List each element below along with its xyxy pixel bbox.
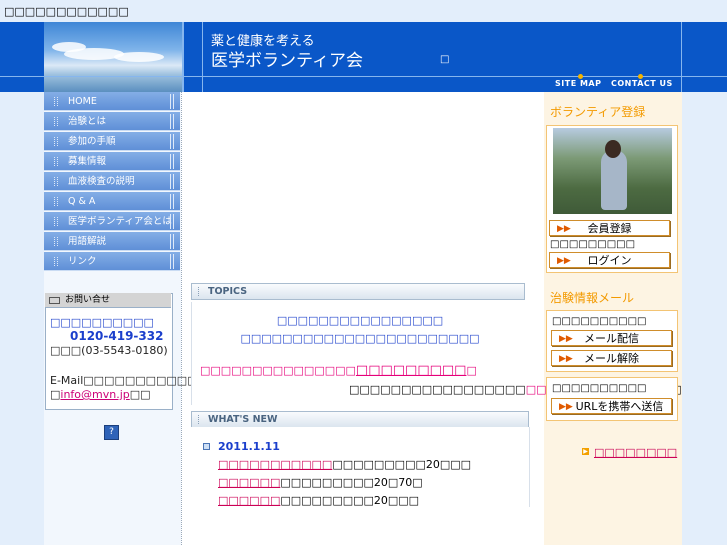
volunteer-photo xyxy=(553,128,672,214)
topics-heading: TOPICS xyxy=(191,283,525,300)
header-divider xyxy=(681,22,682,92)
news-item: □□□□□□□□□□□□□□□□□□□□20□□□ xyxy=(218,458,471,471)
mail-subscribe-label: メール配信 xyxy=(584,332,639,345)
mail-unsubscribe-button[interactable]: ▶▶ メール解除 xyxy=(551,350,672,366)
nav-item-qa[interactable]: Q & A xyxy=(44,192,180,211)
contact-email-line: □info@mvn.jp□□ xyxy=(50,388,151,401)
site-title[interactable]: 医学ボランティア会 xyxy=(211,46,363,71)
nav-item-links[interactable]: リンク xyxy=(44,252,180,271)
top-caption: □□□□□□□□□□□□ xyxy=(4,5,129,18)
email-prefix: □ xyxy=(50,388,61,401)
send-url-to-mobile-button[interactable]: ▶▶ URLを携帯へ送信 xyxy=(551,398,672,414)
member-registration-button[interactable]: ▶▶ 会員登録 xyxy=(549,220,670,236)
topic-highlight-text: □□□□□□□□□□□□□□□ xyxy=(200,364,356,377)
nav-item-recruitment[interactable]: 募集情報 xyxy=(44,152,180,171)
news-item: □□□□□□□□□□□□□□□20□□□ xyxy=(218,494,419,507)
news-link[interactable]: □□□□□□ xyxy=(218,494,280,507)
header-divider xyxy=(202,22,203,92)
nav-item-about-trials[interactable]: 治験とは xyxy=(44,112,180,131)
topic-note-emphasis: □□ xyxy=(525,383,547,396)
mobile-note: □□□□□□□□□□ xyxy=(552,383,647,394)
email-link[interactable]: info@mvn.jp xyxy=(60,388,129,401)
help-icon[interactable]: ? xyxy=(104,425,119,440)
trial-mail-title: 治験情報メール xyxy=(550,291,635,305)
volunteer-registration-title: ボランティア登録 xyxy=(550,105,646,119)
nav-item-blood-test[interactable]: 血液検査の説明 xyxy=(44,172,180,191)
whats-new-heading: WHAT'S NEW xyxy=(191,411,529,428)
header-glyph: □ xyxy=(440,54,450,65)
contact-email-label: E-Mail□□□□□□□□□□□ xyxy=(50,374,198,387)
mail-unsubscribe-label: メール解除 xyxy=(584,352,639,365)
nav-item-about-association[interactable]: 医学ボランティア会とは xyxy=(44,212,180,231)
news-item: □□□□□□□□□□□□□□□20□70□ xyxy=(218,476,423,489)
mail-subscribe-button[interactable]: ▶▶ メール配信 xyxy=(551,330,672,346)
send-url-label: URLを携帯へ送信 xyxy=(575,400,664,413)
news-link[interactable]: □□□□□□□□□□□ xyxy=(218,458,332,471)
news-text: □□□□□□□□□20□□□ xyxy=(280,494,420,507)
topic-line[interactable]: □□□□□□□□□□□□□□□□□□□□□□□ xyxy=(191,332,529,345)
topic-highlight: □□□□□□□□□□□□□□□□□□□□□□□□□ xyxy=(200,363,477,378)
email-suffix: □□ xyxy=(129,388,151,401)
login-label: ログイン xyxy=(587,254,632,267)
login-note: □□□□□□□□□ xyxy=(550,239,636,250)
nav-item-procedure[interactable]: 参加の手順 xyxy=(44,132,180,151)
mail-note: □□□□□□□□□□ xyxy=(552,316,647,327)
topic-note-a: □□□□□□□□□□□□□□□□□ xyxy=(349,383,526,396)
news-text: □□□□□□□□□20□□□ xyxy=(332,458,472,471)
header-sky-image xyxy=(44,22,182,92)
topic-line[interactable]: □□□□□□□□□□□□□□□□ xyxy=(191,314,529,327)
contact-phone: 0120-419-332 xyxy=(70,329,164,343)
sidebar-extra-link[interactable]: □□□□□□□□ xyxy=(594,446,677,459)
sitemap-link[interactable]: SITE MAP xyxy=(555,79,601,88)
news-link[interactable]: □□□□□□ xyxy=(218,476,280,489)
nav-item-home[interactable]: HOME xyxy=(44,92,180,111)
contact-us-link[interactable]: CONTACT US xyxy=(611,79,673,88)
mail-icon xyxy=(49,297,60,304)
news-date: 2011.1.11 xyxy=(218,440,280,453)
contact-name: □□□□□□□□□□ xyxy=(50,316,154,329)
login-button[interactable]: ▶▶ ログイン xyxy=(549,252,670,268)
news-text: □□□□□□□□□20□70□ xyxy=(280,476,423,489)
topic-highlight-link[interactable]: □□□□□□□□□ xyxy=(356,363,467,378)
contact-heading: お問い合せ xyxy=(45,293,171,308)
member-registration-label: 会員登録 xyxy=(587,222,632,235)
arrow-icon: ▶ xyxy=(582,448,589,455)
header-rule xyxy=(0,76,727,77)
topic-highlight-end: □ xyxy=(466,364,477,377)
bullet-icon xyxy=(203,443,210,450)
header-divider xyxy=(182,22,184,92)
nav-item-glossary[interactable]: 用語解説 xyxy=(44,232,180,251)
contact-fax: □□□(03-5543-0180) xyxy=(50,344,168,357)
